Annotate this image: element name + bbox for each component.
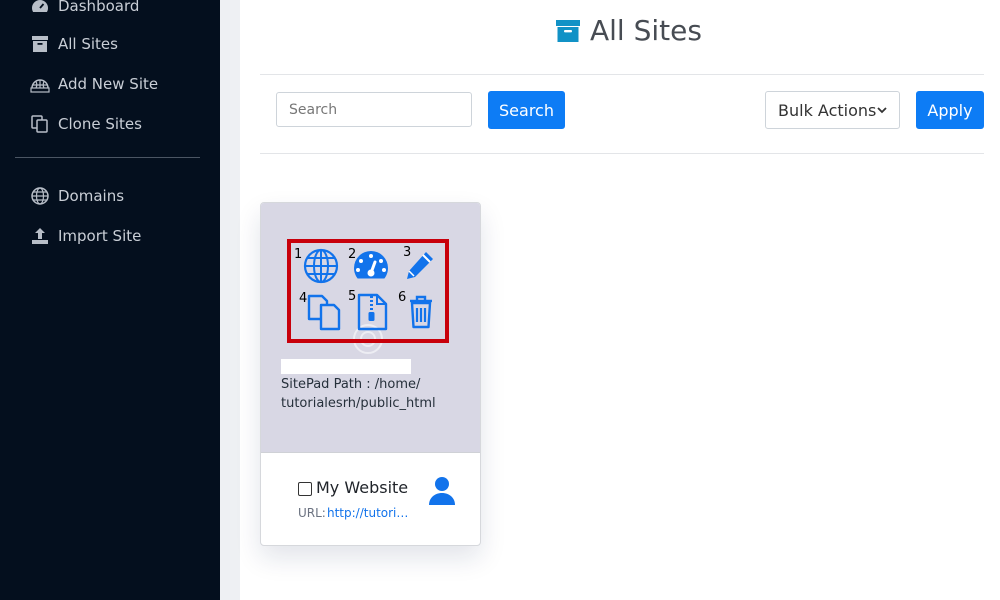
visit-site-action[interactable] xyxy=(302,247,340,285)
pencil-edit-icon xyxy=(407,252,433,279)
page-title-text: All Sites xyxy=(590,14,702,47)
sidebar-item-clone-sites[interactable]: Clone Sites xyxy=(30,112,142,136)
site-select-checkbox[interactable] xyxy=(298,482,312,496)
content-gutter xyxy=(220,0,240,600)
chevron-down-icon xyxy=(877,107,887,114)
dashboard-icon xyxy=(32,0,48,12)
sidebar-item-import-site[interactable]: Import Site xyxy=(30,224,141,248)
sidebar-item-add-new-site[interactable]: Add New Site xyxy=(30,72,158,96)
page-title: All Sites xyxy=(555,14,702,47)
search-input[interactable] xyxy=(276,92,472,127)
globe-add-icon xyxy=(30,79,50,93)
bulk-actions-select[interactable]: Bulk Actions xyxy=(765,91,900,129)
url-label: URL: xyxy=(298,506,326,520)
site-name: My Website xyxy=(316,478,409,497)
apply-button[interactable]: Apply xyxy=(916,91,984,129)
delete-action[interactable] xyxy=(402,293,440,331)
sidebar-item-domains[interactable]: Domains xyxy=(30,184,124,208)
clone-icon xyxy=(31,115,48,133)
divider-bottom xyxy=(260,153,984,154)
site-title-bar xyxy=(281,359,411,374)
sidebar-divider xyxy=(15,157,200,158)
sitepad-path: SitePad Path : /home/ tutorialesrh/publi… xyxy=(281,377,436,411)
bulk-actions-selected: Bulk Actions xyxy=(778,100,877,120)
search-button[interactable]: Search xyxy=(488,91,565,129)
globe-icon xyxy=(303,248,339,284)
user-icon[interactable] xyxy=(428,476,456,506)
divider-top xyxy=(260,74,984,75)
edit-action[interactable] xyxy=(400,247,438,285)
dashboard-action[interactable] xyxy=(352,247,390,285)
upload-icon xyxy=(32,228,48,244)
site-url-link[interactable]: http://tutorialesrh.com xyxy=(327,506,415,520)
globe-icon xyxy=(31,187,49,205)
sidebar-item-label: Dashboard xyxy=(58,0,140,15)
sidebar-item-dashboard[interactable]: Dashboard xyxy=(30,0,139,18)
sidebar-item-label: All Sites xyxy=(58,35,118,53)
sidebar-item-label: Add New Site xyxy=(58,75,159,93)
sidebar-item-all-sites[interactable]: All Sites xyxy=(30,32,118,56)
dashboard-gauge-icon xyxy=(354,251,388,279)
trash-icon xyxy=(410,295,432,329)
sidebar: Dashboard All Sites Add New Site Clone S… xyxy=(0,0,220,600)
sidebar-item-label: Import Site xyxy=(58,227,142,245)
clone-action[interactable] xyxy=(305,293,343,331)
clone-copy-icon xyxy=(307,294,341,331)
zip-file-icon xyxy=(357,293,388,331)
archive-icon xyxy=(32,36,48,52)
sidebar-item-label: Domains xyxy=(58,187,125,205)
archive-icon xyxy=(556,19,580,42)
backup-action[interactable] xyxy=(353,293,391,331)
sidebar-item-label: Clone Sites xyxy=(58,115,142,133)
